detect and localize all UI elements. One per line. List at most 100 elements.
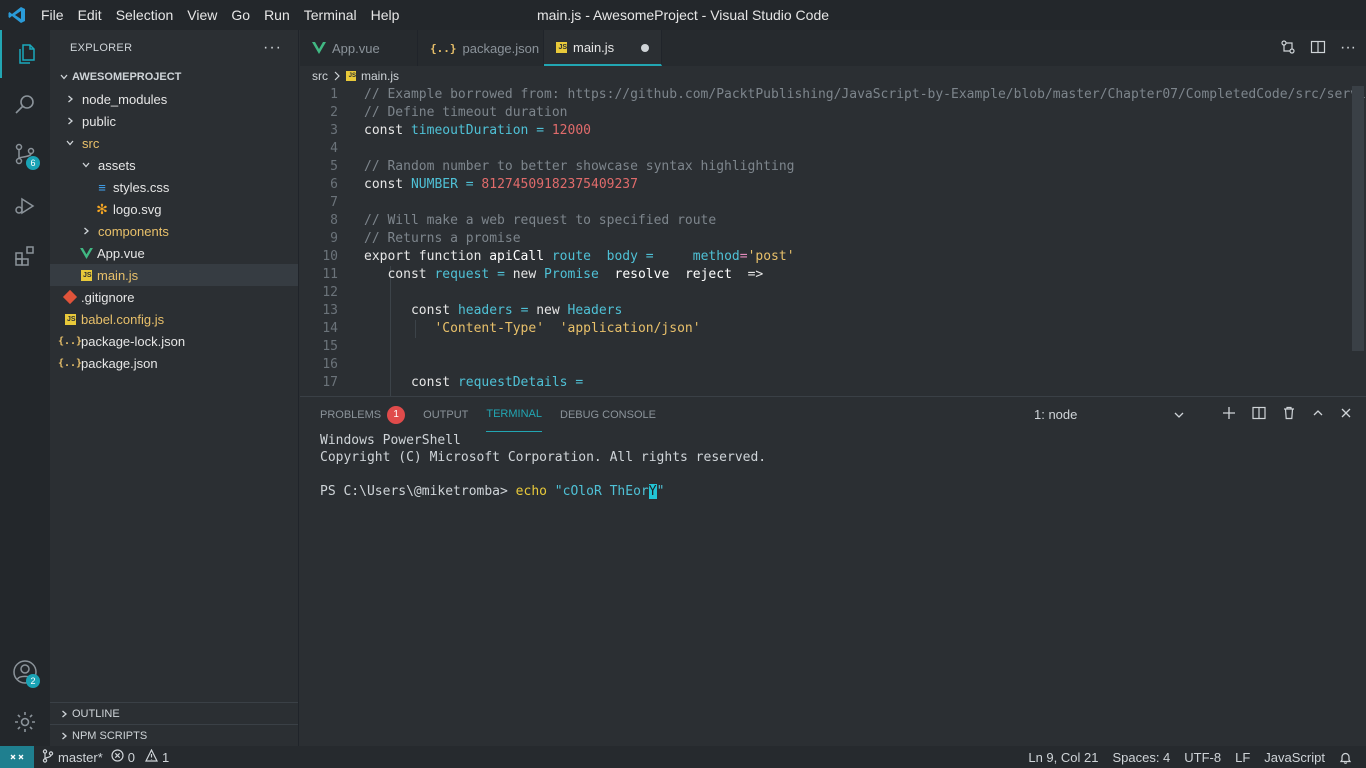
maximize-panel-chevron-up-icon[interactable] [1312,408,1324,421]
tree-folder[interactable]: public [50,110,298,132]
language-mode[interactable]: JavaScript [1264,750,1325,765]
line-number: 6 [330,177,338,192]
git-branch[interactable]: master* [42,748,103,766]
encoding[interactable]: UTF-8 [1184,750,1221,765]
tab-problems[interactable]: PROBLEMS 1 [320,397,406,432]
more-actions-icon[interactable]: ··· [1340,39,1356,57]
more-actions-icon[interactable]: ··· [263,39,282,57]
extensions-icon[interactable] [0,232,50,280]
terminal-prompt: PS C:\Users\@miketromba> [320,484,516,499]
line-number: 4 [330,141,338,156]
tab-app-vue[interactable]: App.vue [300,30,418,66]
tree-folder[interactable]: assets [50,154,298,176]
code-editor[interactable]: 1 2 3 4 5 6 7 8 9 10 11 12 13 14 15 16 17 // Example bor… [300,86,1366,396]
tree-file[interactable]: JS babel.config.js [50,308,298,330]
project-section-header[interactable]: AWESOMEPROJECT [50,66,298,88]
menu-view[interactable]: View [180,0,224,30]
breadcrumb-file[interactable]: main.js [361,69,399,83]
chevron-right-icon [56,728,72,744]
end-of-line[interactable]: LF [1235,750,1250,765]
outline-section[interactable]: OUTLINE [50,702,298,724]
menu-selection[interactable]: Selection [109,0,181,30]
code-area[interactable]: // Example borrowed from: https://github… [364,86,1366,392]
settings-gear-icon[interactable] [0,698,50,746]
tree-file[interactable]: JS main.js [50,264,298,286]
terminal-line: Copyright (C) Microsoft Corporation. All… [320,450,767,465]
close-icon[interactable] [1340,407,1352,422]
line-number: 13 [322,303,338,318]
terminal-prompt-line: PS C:\Users\@miketromba> echo "cOloR ThE… [320,483,1346,500]
tab-label: main.js [573,39,615,55]
line-number: 5 [330,159,338,174]
editor-scrollbar[interactable] [1352,86,1364,351]
line-number: 14 [322,321,338,336]
json-icon: {..} [57,357,83,369]
tree-item-label: node_modules [82,91,168,107]
json-icon: {..} [430,41,457,55]
explorer-title: EXPLORER [70,42,133,54]
new-terminal-plus-icon[interactable] [1222,406,1236,423]
npm-scripts-section[interactable]: NPM SCRIPTS [50,724,298,746]
search-icon[interactable] [0,80,50,128]
tree-file[interactable]: {..} package.json [50,352,298,374]
unsaved-dot-icon[interactable] [641,44,649,52]
npm-scripts-label: NPM SCRIPTS [72,729,148,742]
branch-name: master* [58,749,103,765]
explorer-icon[interactable] [0,30,50,78]
debug-console-label: DEBUG CONSOLE [560,408,656,421]
tree-file[interactable]: ✻ logo.svg [50,198,298,220]
line-number: 2 [330,105,338,120]
tab-terminal[interactable]: TERMINAL [486,397,542,432]
tree-folder[interactable]: src [50,132,298,154]
terminal-output[interactable]: Windows PowerShell Copyright (C) Microso… [300,432,1366,500]
tab-debug-console[interactable]: DEBUG CONSOLE [560,397,656,432]
terminal-select[interactable]: 1: node [1034,397,1185,432]
tree-file[interactable]: .gitignore [50,286,298,308]
chevron-right-icon [333,71,341,81]
code-line: const headers = new Headers [410,303,623,318]
problems-summary[interactable]: 0 1 [111,748,169,765]
error-icon [111,749,124,765]
tree-file[interactable]: App.vue [50,242,298,264]
js-file-icon: JS [556,41,567,53]
cursor-position[interactable]: Ln 9, Col 21 [1028,750,1098,765]
breadcrumb-folder[interactable]: src [312,69,328,83]
source-control-icon[interactable]: 6 [0,130,50,178]
code-line: const timeoutDuration = 12000 [364,123,591,138]
git-file-icon [62,289,78,305]
line-number: 8 [330,213,338,228]
tab-package-json[interactable]: {..} package.json [418,30,544,66]
activity-bar: 6 2 [0,30,50,746]
split-terminal-icon[interactable] [1252,406,1266,423]
account-badge: 2 [26,674,40,688]
menu-terminal[interactable]: Terminal [297,0,364,30]
account-icon[interactable]: 2 [0,648,50,696]
tab-output[interactable]: OUTPUT [423,397,468,432]
indentation[interactable]: Spaces: 4 [1112,750,1170,765]
tree-file[interactable]: {..} package-lock.json [50,330,298,352]
json-icon: {..} [57,335,83,347]
menu-edit[interactable]: Edit [71,0,109,30]
explorer-header: EXPLORER ··· [50,30,298,66]
git-branch-icon [42,748,54,766]
remote-indicator-icon[interactable] [0,746,34,768]
tree-folder[interactable]: components [50,220,298,242]
tree-file[interactable]: ≡ styles.css [50,176,298,198]
vscode-logo-icon [0,0,34,30]
tab-main-js[interactable]: JS main.js [544,30,662,66]
menu-run[interactable]: Run [257,0,297,30]
line-number: 7 [330,195,338,210]
menu-go[interactable]: Go [224,0,257,30]
open-changes-icon[interactable] [1280,39,1296,58]
split-editor-icon[interactable] [1310,39,1326,58]
run-debug-icon[interactable] [0,182,50,230]
menu-help[interactable]: Help [364,0,407,30]
tree-folder[interactable]: node_modules [50,88,298,110]
tree-item-label: components [98,223,169,239]
trash-icon[interactable] [1282,406,1296,423]
terminal-line: Windows PowerShell [320,433,461,448]
notifications-bell-icon[interactable] [1339,751,1352,764]
menu-file[interactable]: File [34,0,71,30]
